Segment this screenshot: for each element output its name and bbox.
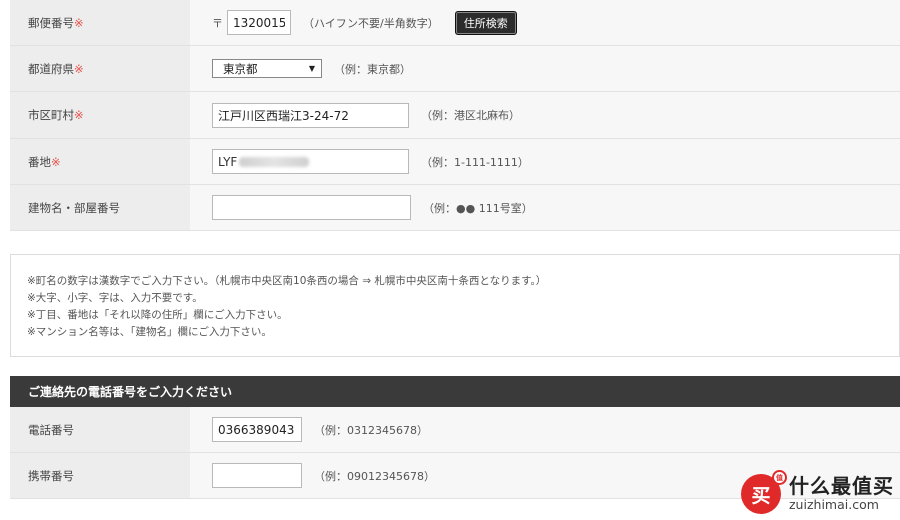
required-mark: ※ (74, 108, 84, 122)
prefecture-row: 都道府県 ※ 東京都 ▼ （例：東京都） (10, 46, 900, 92)
note-line: ※丁目、番地は「それ以降の住所」欄にご入力下さい。 (27, 309, 288, 321)
address-form: 郵便番号※ 〒 （ハイフン不要/半角数字） 住所検索 都道府県※ 東京都 ▼ （… (10, 0, 900, 231)
building-input[interactable] (212, 195, 411, 220)
building-row: 建物名・部屋番号 （例：●● 111号室） (10, 185, 900, 231)
building-label: 建物名・部屋番号 (10, 185, 190, 230)
mobile-label: 携帯番号 (10, 453, 190, 498)
note-line: ※町名の数字は漢数字でご入力下さい。（札幌市中央区南10条西の場合 ⇒ 札幌市中… (27, 275, 547, 287)
street-value-cell: LYF （例：1-111-1111） (190, 139, 900, 184)
prefecture-selected: 東京都 (223, 61, 258, 76)
city-value-cell: （例：港区北麻布） (190, 92, 900, 138)
postal-value-cell: 〒 （ハイフン不要/半角数字） 住所検索 (190, 0, 900, 45)
watermark-cn: 什么最值买 (789, 474, 894, 498)
chevron-down-icon: ▼ (308, 64, 315, 73)
watermark-en: zuizhimai.com (789, 497, 879, 512)
street-hint: （例：1-111-1111） (421, 155, 529, 169)
watermark-logo-icon: 买 值 (741, 470, 787, 514)
street-input-value: LYF (218, 154, 238, 169)
phone-input[interactable] (212, 417, 302, 442)
postal-label: 郵便番号 ※ (10, 0, 190, 45)
postal-hint: （ハイフン不要/半角数字） (303, 16, 439, 30)
phone-row: 電話番号 （例：0312345678） (10, 407, 900, 453)
site-watermark: 买 值 什么最值买 zuizhimai.com (741, 470, 894, 514)
note-line: ※大字、小字、字は、入力不要です。 (27, 292, 203, 304)
required-mark: ※ (74, 15, 84, 30)
postal-row: 郵便番号※ 〒 （ハイフン不要/半角数字） 住所検索 (10, 0, 900, 46)
postal-prefix: 〒 (212, 16, 223, 30)
prefecture-value-cell: 東京都 ▼ （例：東京都） (190, 46, 900, 91)
contact-section-header: ご連絡先の電話番号をご入力ください (10, 376, 900, 407)
phone-label: 電話番号 (10, 407, 190, 452)
watermark-text: 什么最值买 zuizhimai.com (789, 475, 894, 513)
street-label: 番地 ※ (10, 139, 190, 184)
note-line: ※マンション名等は、「建物名」欄にご入力下さい。 (27, 326, 272, 338)
address-search-button[interactable]: 住所検索 (454, 10, 517, 35)
watermark-badge: 值 (772, 470, 787, 485)
phone-hint: （例：0312345678） (314, 423, 428, 437)
redacted-blur (239, 156, 310, 167)
building-value-cell: （例：●● 111号室） (190, 185, 900, 230)
building-hint: （例：●● 111号室） (423, 201, 533, 215)
city-input[interactable] (212, 102, 409, 128)
prefecture-hint: （例：東京都） (334, 62, 411, 76)
mobile-input[interactable] (212, 463, 302, 488)
required-mark: ※ (74, 61, 84, 76)
city-hint: （例：港区北麻布） (421, 109, 520, 122)
phone-value-cell: （例：0312345678） (190, 407, 900, 452)
mobile-hint: （例：09012345678） (314, 469, 435, 483)
prefecture-select[interactable]: 東京都 ▼ (212, 59, 322, 78)
street-row: 番地 ※ LYF （例：1-111-1111） (10, 139, 900, 185)
address-notes: ※町名の数字は漢数字でご入力下さい。（札幌市中央区南10条西の場合 ⇒ 札幌市中… (10, 254, 900, 357)
city-row: 市区町村※ （例：港区北麻布） (10, 92, 900, 139)
postal-code-input[interactable] (227, 10, 291, 35)
street-input[interactable]: LYF (212, 149, 409, 174)
city-label: 市区町村 ※ (10, 92, 190, 138)
required-mark: ※ (51, 154, 61, 169)
prefecture-label: 都道府県 ※ (10, 46, 190, 91)
